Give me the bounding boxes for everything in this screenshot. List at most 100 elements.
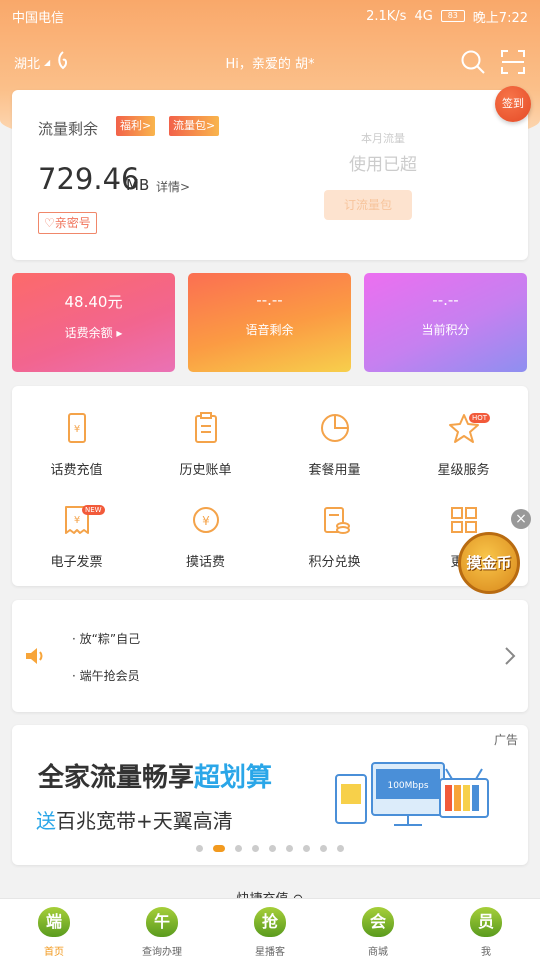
tab-home[interactable]: 端 首页 bbox=[0, 899, 108, 960]
tab-label: 首页 bbox=[44, 947, 64, 958]
carousel-dot[interactable] bbox=[235, 845, 242, 852]
carousel-dot[interactable] bbox=[252, 845, 259, 852]
service-recharge[interactable]: ¥ 话费充值 bbox=[12, 386, 141, 478]
ad-sub-highlight: 送 bbox=[36, 809, 56, 833]
service-label: 历史账单 bbox=[179, 463, 232, 478]
tab-star-podcast[interactable]: 抢 星播客 bbox=[216, 899, 324, 960]
balance-value: 48.40元 bbox=[64, 293, 123, 311]
network-speed: 2.1K/s bbox=[366, 8, 407, 24]
service-star-level[interactable]: HOT 星级服务 bbox=[399, 386, 528, 478]
flow-pack-tag[interactable]: 流量包> bbox=[169, 116, 220, 136]
voice-label: 语音剩余 bbox=[245, 323, 294, 337]
search-icon[interactable] bbox=[460, 49, 486, 75]
carousel-dot[interactable] bbox=[269, 845, 276, 852]
app-header: 湖北 ◢ Hi，亲爱的 胡* bbox=[0, 44, 540, 80]
monitor-speed-text: 100Mbps bbox=[387, 781, 428, 791]
notice-item[interactable]: · 放“粽”自己 bbox=[72, 630, 140, 647]
svg-text:¥: ¥ bbox=[73, 424, 79, 435]
ad-tag: 广告 bbox=[493, 733, 518, 747]
bottom-tab-bar: 端 首页 午 查询办理 抢 星播客 会 商城 员 我 bbox=[0, 898, 540, 960]
tab-label: 查询办理 bbox=[142, 947, 182, 958]
ad-banner[interactable]: 广告 全家流量畅享超划算 送百兆宽带+天翼高清 100Mbps bbox=[12, 725, 528, 865]
service-touch-fee[interactable]: ¥ 摸话费 bbox=[141, 478, 270, 570]
clock: 晚上7:22 bbox=[472, 10, 528, 26]
service-e-invoice[interactable]: ¥ NEW 电子发票 bbox=[12, 478, 141, 570]
scan-icon[interactable] bbox=[500, 49, 526, 75]
ad-headline-highlight: 超划算 bbox=[194, 763, 273, 793]
carousel-dot[interactable] bbox=[320, 845, 327, 852]
voice-card[interactable]: --.-- 语音剩余 bbox=[188, 273, 351, 372]
welfare-tag[interactable]: 福利> bbox=[116, 116, 156, 136]
flow-title: 流量剩余 bbox=[38, 120, 99, 138]
chevron-right-icon bbox=[504, 646, 516, 670]
svg-text:¥: ¥ bbox=[73, 515, 79, 526]
hot-badge: HOT bbox=[469, 413, 491, 423]
greeting-text: Hi，亲爱的 胡* bbox=[225, 56, 315, 72]
heart-icon: ♡ bbox=[44, 216, 55, 230]
tab-label: 我 bbox=[481, 947, 491, 958]
zongzi-tab-icon: 端 bbox=[38, 907, 70, 937]
points-icon bbox=[319, 504, 351, 536]
points-value: --.-- bbox=[432, 291, 459, 309]
carousel-dot[interactable] bbox=[337, 845, 344, 852]
points-card[interactable]: --.-- 当前积分 bbox=[364, 273, 527, 372]
phone-recharge-icon: ¥ bbox=[61, 412, 93, 444]
region-selector[interactable]: 湖北 ◢ bbox=[14, 50, 72, 74]
status-bar: 中国电信 2.1K/s 4G 83 晚上7:22 bbox=[0, 0, 540, 32]
order-flow-button[interactable]: 订流量包 bbox=[324, 190, 412, 220]
network-type: 4G bbox=[414, 8, 433, 24]
carousel-dots bbox=[12, 845, 528, 852]
header-actions bbox=[460, 49, 526, 75]
secret-number-badge[interactable]: ♡亲密号 bbox=[38, 212, 97, 234]
points-label: 当前积分 bbox=[421, 323, 470, 337]
speaker-icon bbox=[24, 646, 46, 670]
zongzi-tab-icon: 会 bbox=[362, 907, 394, 937]
notice-card[interactable]: · 放“粽”自己 · 端午抢会员 bbox=[12, 600, 528, 712]
coin-widget[interactable]: 摸金币 bbox=[458, 532, 520, 594]
carousel-dot[interactable] bbox=[196, 845, 203, 852]
ipv6-logo-icon bbox=[54, 50, 72, 74]
tab-label: 商城 bbox=[368, 947, 388, 958]
carousel-dot[interactable] bbox=[303, 845, 310, 852]
zongzi-tab-icon: 抢 bbox=[254, 907, 286, 937]
close-icon[interactable]: × bbox=[511, 509, 531, 529]
carousel-dot[interactable] bbox=[286, 845, 293, 852]
balance-label: 话费余额 ▸ bbox=[64, 326, 123, 340]
service-plan-usage[interactable]: 套餐用量 bbox=[270, 386, 399, 478]
status-indicators: 2.1K/s 4G 83 晚上7:22 bbox=[366, 7, 528, 26]
ad-subline: 送百兆宽带+天翼高清 bbox=[36, 805, 233, 834]
tab-label: 星播客 bbox=[255, 947, 285, 958]
carrier-label: 中国电信 bbox=[12, 10, 65, 26]
service-points-exchange[interactable]: 积分兑换 bbox=[270, 478, 399, 570]
grid-icon bbox=[448, 504, 480, 536]
service-label: 星级服务 bbox=[437, 463, 490, 478]
coin-icon: ¥ bbox=[190, 504, 222, 536]
service-label: 积分兑换 bbox=[308, 555, 361, 570]
pie-icon bbox=[319, 412, 351, 444]
devices-illustration-icon: 100Mbps bbox=[332, 757, 492, 836]
flow-card: 流量剩余 福利> 流量包> 729.46 MB 详情> ♡亲密号 本月流量 使用… bbox=[12, 90, 528, 260]
bill-icon bbox=[190, 412, 222, 444]
svg-text:¥: ¥ bbox=[202, 514, 210, 528]
battery-icon: 83 bbox=[440, 10, 465, 22]
tab-query[interactable]: 午 查询办理 bbox=[108, 899, 216, 960]
notice-item[interactable]: · 端午抢会员 bbox=[72, 667, 140, 684]
carousel-dot[interactable] bbox=[213, 845, 225, 852]
balance-card[interactable]: 48.40元 话费余额 ▸ bbox=[12, 273, 175, 372]
tab-mall[interactable]: 会 商城 bbox=[324, 899, 432, 960]
notice-text: 放“粽”自己 bbox=[79, 632, 141, 646]
secret-number-label: 亲密号 bbox=[54, 216, 91, 230]
notice-text: 端午抢会员 bbox=[79, 669, 140, 683]
zongzi-tab-icon: 午 bbox=[146, 907, 178, 937]
tab-me[interactable]: 员 我 bbox=[432, 899, 540, 960]
region-label: 湖北 bbox=[14, 56, 41, 72]
services-grid: ¥ 话费充值 历史账单 套餐用量 HOT 星级服务 ¥ NEW 电子发票 ¥ 摸… bbox=[12, 386, 528, 586]
caret-down-icon: ◢ bbox=[44, 57, 51, 67]
flow-detail-link[interactable]: 详情> bbox=[156, 178, 190, 195]
service-bill-history[interactable]: 历史账单 bbox=[141, 386, 270, 478]
service-label: 套餐用量 bbox=[308, 463, 361, 478]
service-label: 电子发票 bbox=[50, 555, 103, 570]
service-label: 摸话费 bbox=[185, 555, 225, 570]
signin-button[interactable]: 签到 bbox=[495, 86, 531, 122]
new-badge: NEW bbox=[82, 505, 105, 515]
